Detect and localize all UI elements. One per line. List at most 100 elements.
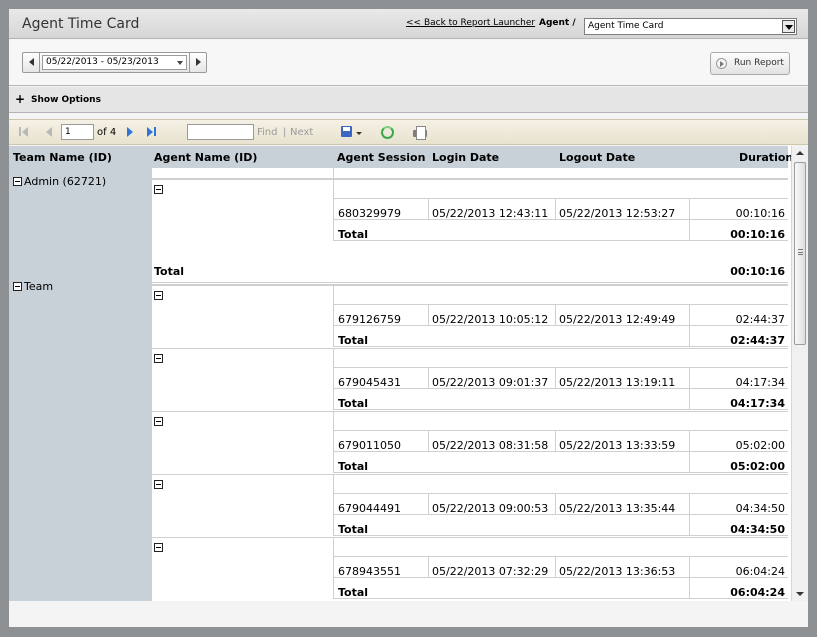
agent-row-line: [152, 411, 788, 412]
cell-divider: [689, 305, 690, 325]
page-number-input[interactable]: 1: [61, 124, 94, 140]
cell-divider: [555, 431, 556, 451]
export-dropdown-arrow-icon[interactable]: [356, 132, 362, 135]
page-title: Agent Time Card: [22, 16, 140, 32]
find-next-link[interactable]: Next: [290, 127, 313, 138]
date-range-bar: 05/22/2013 - 05/23/2013 Run Report: [9, 40, 808, 86]
total-row-line: [333, 240, 788, 241]
collapse-icon[interactable]: [154, 185, 163, 194]
next-page-icon[interactable]: [125, 126, 137, 138]
team-admin-row[interactable]: Admin (62721): [13, 175, 106, 188]
grip-icon: [798, 249, 803, 255]
last-page-icon[interactable]: [147, 126, 159, 138]
agent-col-divider: [333, 348, 334, 409]
show-options-toggle[interactable]: + Show Options: [9, 87, 808, 113]
session-row-line: [333, 388, 788, 389]
cell-divider: [689, 557, 690, 577]
total-row-line: [333, 535, 788, 536]
refresh-icon[interactable]: [381, 126, 394, 139]
session-row-line: [333, 514, 788, 515]
collapse-icon[interactable]: [154, 543, 163, 552]
header-login-date: Login Date: [432, 151, 500, 164]
scrollbar-thumb[interactable]: [794, 162, 806, 345]
toolbar-separator: |: [283, 127, 287, 138]
agent-row-line: [152, 179, 788, 180]
vertical-scrollbar[interactable]: [791, 146, 808, 601]
divider: [333, 168, 334, 178]
next-date-button[interactable]: [189, 53, 206, 72]
cell-divider: [689, 452, 690, 472]
find-input[interactable]: [187, 124, 254, 140]
cell-divider: [428, 494, 429, 514]
cell-divider: [689, 368, 690, 388]
find-link[interactable]: Find: [257, 127, 278, 138]
team-total-duration: 00:10:16: [730, 265, 785, 278]
printer-icon[interactable]: [413, 126, 427, 140]
report-select[interactable]: Agent Time Card: [584, 18, 797, 35]
session-spacer-line: [333, 198, 788, 199]
header-agent-name: Agent Name (ID): [154, 151, 258, 164]
agent-col-divider: [333, 537, 334, 598]
collapse-icon[interactable]: [154, 354, 163, 363]
back-to-launcher-link[interactable]: << Back to Report Launcher: [406, 18, 535, 28]
agent-breadcrumb-label: Agent /: [539, 18, 576, 28]
agent-col-divider: [333, 285, 334, 346]
agent-row-line: [152, 537, 788, 538]
session-row-line: [333, 577, 788, 578]
cell-divider: [689, 578, 690, 598]
report-toolbar: 1 of 4 Find | Next: [9, 119, 808, 145]
cell-divider: [555, 557, 556, 577]
cell-divider: [555, 199, 556, 219]
chevron-down-icon: [177, 61, 183, 65]
collapse-icon[interactable]: [154, 291, 163, 300]
agent-col-divider: [333, 179, 334, 240]
collapse-icon[interactable]: [13, 177, 22, 186]
header-team-name: Team Name (ID): [13, 151, 112, 164]
cell-divider: [689, 431, 690, 451]
header-duration: Duration: [739, 151, 794, 164]
cell-divider: [689, 389, 690, 409]
collapse-icon[interactable]: [13, 282, 22, 291]
session-spacer-line: [333, 304, 788, 305]
cell-divider: [428, 431, 429, 451]
agent-row-line: [152, 348, 788, 349]
cell-divider: [428, 305, 429, 325]
cell-divider: [555, 305, 556, 325]
scroll-down-arrow-icon[interactable]: [796, 592, 804, 596]
team-spacer-line: [152, 284, 788, 285]
total-row-line: [333, 472, 788, 473]
first-page-icon[interactable]: [19, 126, 31, 138]
cell-divider: [689, 199, 690, 219]
export-save-icon[interactable]: [340, 126, 354, 139]
cell-divider: [428, 199, 429, 219]
total-row-line: [333, 598, 788, 599]
team-total-label: Total: [154, 265, 185, 278]
agent-row-line: [152, 285, 788, 286]
cell-divider: [428, 557, 429, 577]
header-bar: Agent Time Card << Back to Report Launch…: [9, 9, 808, 39]
cell-divider: [428, 368, 429, 388]
date-range-select[interactable]: 05/22/2013 - 05/23/2013: [42, 55, 187, 70]
report-window: Agent Time Card << Back to Report Launch…: [9, 9, 808, 627]
collapse-icon[interactable]: [154, 480, 163, 489]
date-range-value: 05/22/2013 - 05/23/2013: [46, 57, 159, 67]
date-range-control: 05/22/2013 - 05/23/2013: [22, 52, 207, 73]
team-name-admin: Admin (62721): [24, 175, 107, 188]
scroll-up-arrow-icon[interactable]: [796, 151, 804, 155]
session-spacer-line: [333, 556, 788, 557]
header-agent-session: Agent Session: [337, 151, 426, 164]
team-team-row[interactable]: Team: [13, 280, 53, 293]
report-table: Team Name (ID) Agent Name (ID) Agent Ses…: [9, 146, 808, 601]
run-report-button[interactable]: Run Report: [710, 52, 790, 75]
plus-icon: +: [15, 92, 26, 106]
dropdown-arrow-icon[interactable]: [782, 20, 795, 33]
previous-date-button[interactable]: [23, 53, 40, 72]
session-row-line: [333, 325, 788, 326]
cell-divider: [555, 494, 556, 514]
cell-divider: [555, 368, 556, 388]
agent-row-line: [152, 474, 788, 475]
previous-page-icon[interactable]: [44, 126, 56, 138]
cell-divider: [689, 515, 690, 535]
run-report-label: Run Report: [734, 58, 784, 68]
collapse-icon[interactable]: [154, 417, 163, 426]
